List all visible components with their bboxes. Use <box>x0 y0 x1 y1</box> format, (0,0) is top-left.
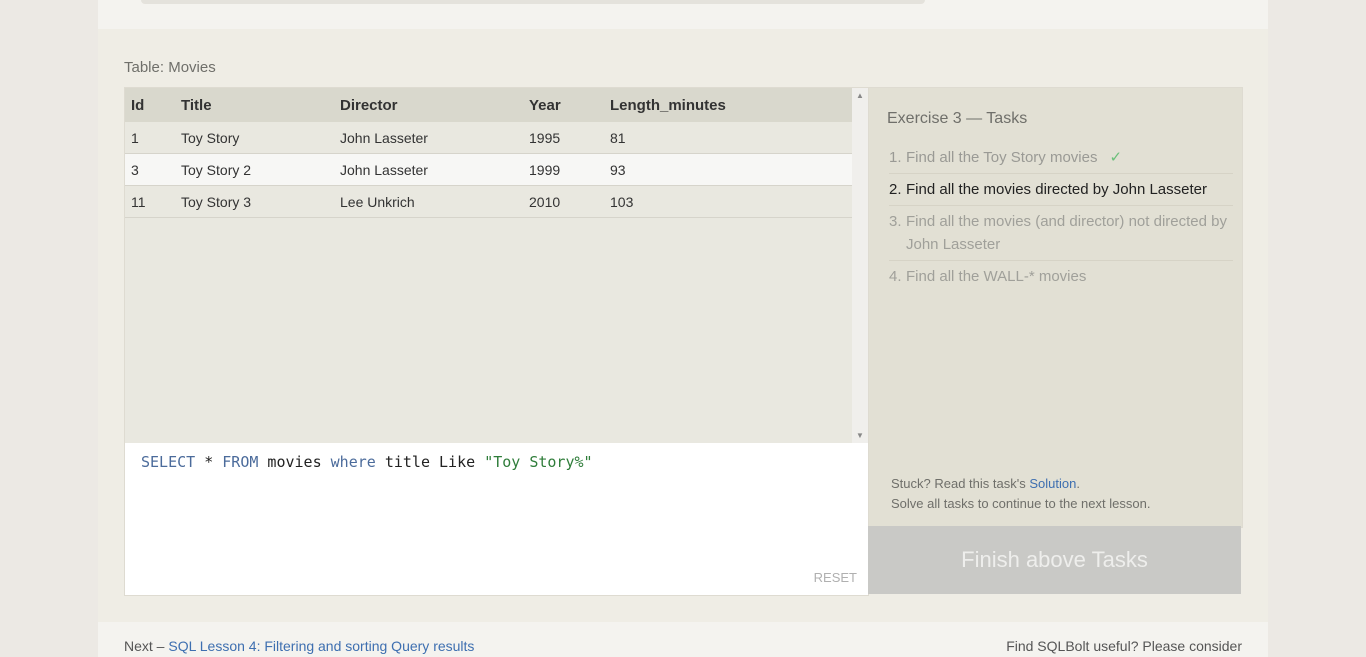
sql-keyword: FROM <box>222 453 259 471</box>
sql-query-editor[interactable]: SELECT * FROM movies where title Like "T… <box>124 443 869 596</box>
table-row: 3 Toy Story 2 John Lasseter 1999 93 <box>125 153 852 186</box>
task-number: 3. <box>889 213 902 230</box>
table-cell: 1995 <box>523 122 604 154</box>
sql-keyword: where <box>330 453 376 471</box>
task-item-pending: 3. Find all the movies (and director) no… <box>889 206 1233 261</box>
table-cell: John Lasseter <box>334 153 523 186</box>
column-header: Director <box>334 88 523 122</box>
query-text[interactable]: SELECT * FROM movies where title Like "T… <box>141 453 593 471</box>
task-text: Find all the movies directed by John Las… <box>906 181 1207 198</box>
task-item-pending: 4. Find all the WALL-* movies <box>889 261 1233 292</box>
tasks-title: Exercise 3 — Tasks <box>887 110 1028 127</box>
task-number: 4. <box>889 268 902 285</box>
sql-keyword: SELECT <box>141 453 196 471</box>
task-number: 2. <box>889 181 902 198</box>
table-cell: 3 <box>125 153 175 186</box>
top-bar <box>141 0 925 4</box>
next-prefix: Next – <box>124 638 169 654</box>
lesson-container: Table: Movies Id Title Director Year Len… <box>98 0 1268 657</box>
table-cell: Toy Story 3 <box>175 185 334 218</box>
tasks-panel: Exercise 3 — Tasks 1. Find all the Toy S… <box>868 87 1243 528</box>
sql-token: title Like <box>375 453 485 471</box>
table-header-row: Id Title Director Year Length_minutes <box>125 88 852 122</box>
table-cell: 11 <box>125 185 175 218</box>
next-lesson-link[interactable]: SQL Lesson 4: Filtering and sorting Quer… <box>168 638 474 654</box>
column-header: Id <box>125 88 175 122</box>
scroll-up-arrow-icon[interactable]: ▲ <box>852 88 868 104</box>
reset-button[interactable]: RESET <box>814 570 857 585</box>
table-cell: Lee Unkrich <box>334 185 523 218</box>
solve-all-text: Solve all tasks to continue to the next … <box>891 496 1151 511</box>
finish-tasks-button[interactable]: Finish above Tasks <box>868 526 1241 594</box>
exercise-panel: Table: Movies Id Title Director Year Len… <box>98 29 1268 622</box>
table-title: Table: Movies <box>124 59 216 76</box>
task-item-done: 1. Find all the Toy Story movies ✓ <box>889 142 1233 174</box>
table-cell: 103 <box>604 185 852 218</box>
task-text: Find all the movies (and director) not d… <box>906 213 1227 253</box>
table-row: 1 Toy Story John Lasseter 1995 81 <box>125 122 852 154</box>
table-cell: 93 <box>604 153 852 186</box>
scroll-down-arrow-icon[interactable]: ▼ <box>852 428 868 444</box>
column-header: Year <box>523 88 604 122</box>
sql-token: movies <box>258 453 331 471</box>
footer: Next – SQL Lesson 4: Filtering and sorti… <box>124 638 1242 654</box>
task-item-current: 2. Find all the movies directed by John … <box>889 174 1233 206</box>
sql-string: "Toy Story%" <box>484 453 593 471</box>
results-table: Id Title Director Year Length_minutes 1 … <box>125 88 852 218</box>
results-scrollbar[interactable]: ▲ ▼ <box>852 88 868 444</box>
table-cell: Toy Story 2 <box>175 153 334 186</box>
sql-token: * <box>195 453 223 471</box>
table-cell: 1 <box>125 122 175 154</box>
results-table-panel[interactable]: Id Title Director Year Length_minutes 1 … <box>124 87 869 445</box>
column-header: Title <box>175 88 334 122</box>
table-cell: Toy Story <box>175 122 334 154</box>
stuck-prefix: Stuck? Read this task's <box>891 476 1030 491</box>
table-cell: 81 <box>604 122 852 154</box>
stuck-help-text: Stuck? Read this task's Solution. Solve … <box>891 474 1150 514</box>
task-list: 1. Find all the Toy Story movies ✓ 2. Fin… <box>889 142 1233 292</box>
table-cell: John Lasseter <box>334 122 523 154</box>
table-row: 11 Toy Story 3 Lee Unkrich 2010 103 <box>125 185 852 218</box>
column-header: Length_minutes <box>604 88 852 122</box>
solution-link[interactable]: Solution <box>1029 476 1076 491</box>
checkmark-icon: ✓ <box>1109 149 1123 166</box>
stuck-suffix: . <box>1076 476 1080 491</box>
task-number: 1. <box>889 149 902 166</box>
table-cell: 2010 <box>523 185 604 218</box>
task-text: Find all the Toy Story movies ✓ <box>906 149 1123 166</box>
top-strip <box>98 0 1268 29</box>
support-text: Find SQLBolt useful? Please consider <box>1006 638 1242 654</box>
task-text: Find all the WALL-* movies <box>906 268 1087 285</box>
table-cell: 1999 <box>523 153 604 186</box>
